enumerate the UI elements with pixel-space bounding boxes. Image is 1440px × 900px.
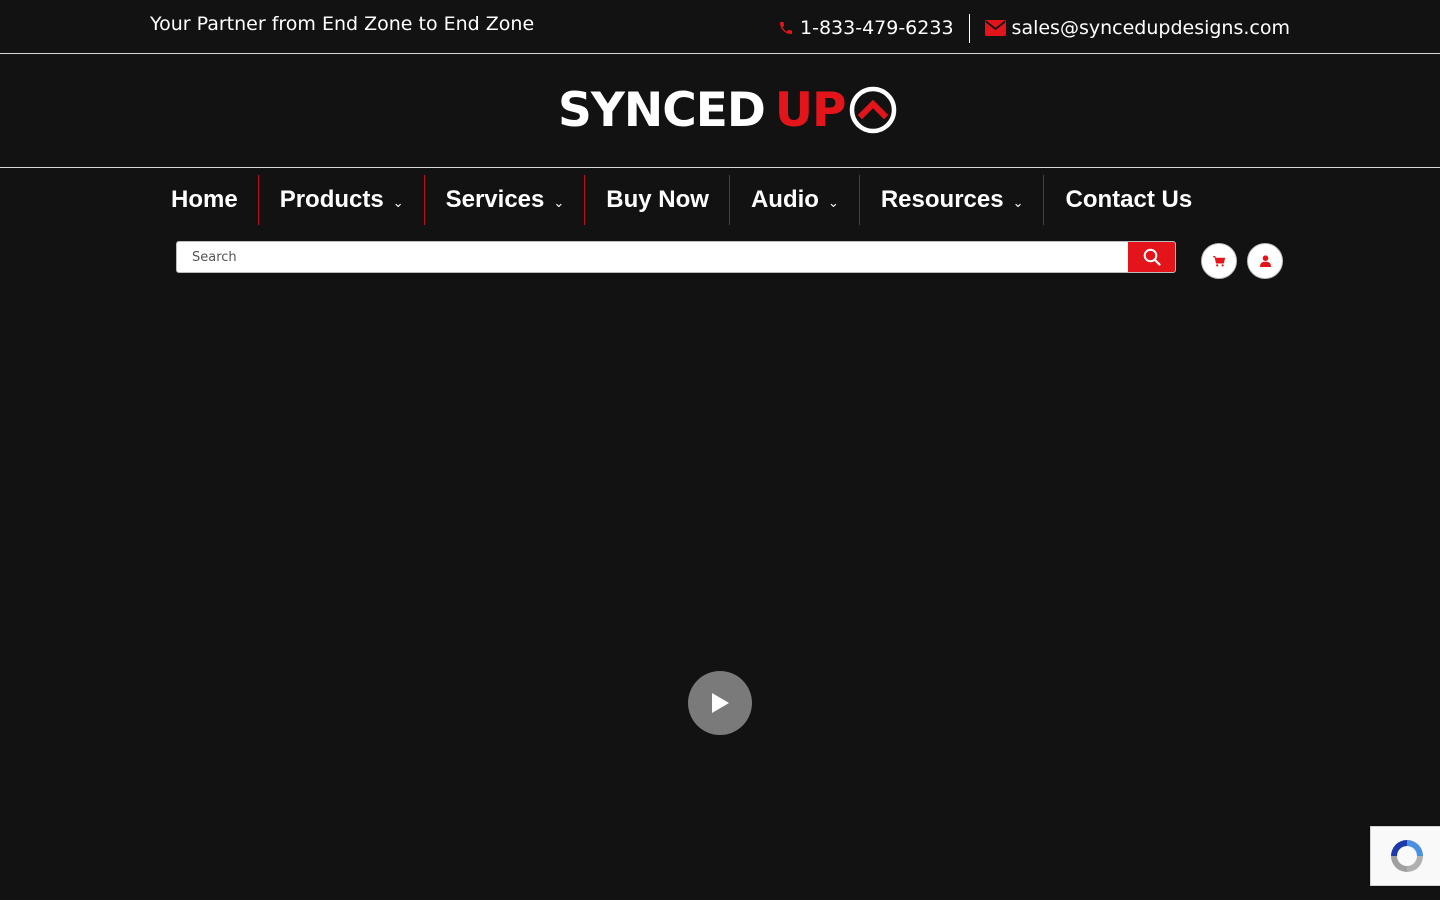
nav-item-products[interactable]: Products ⌄	[257, 175, 424, 225]
logo-word-synced: SYNCED	[558, 82, 766, 138]
search-icon	[1143, 248, 1161, 266]
chevron-down-icon: ⌄	[1012, 195, 1024, 210]
logo-chevron-up-icon	[850, 86, 897, 134]
logo-word-up: UP	[774, 82, 847, 138]
cart-button[interactable]	[1201, 243, 1237, 279]
nav-item-contact-us[interactable]: Contact Us	[1043, 175, 1212, 225]
contact-divider	[968, 13, 970, 43]
nav-item-audio[interactable]: Audio ⌄	[728, 175, 859, 225]
nav-item-label: Audio	[750, 186, 819, 213]
phone-icon	[780, 22, 792, 34]
nav-item-label: Home	[171, 186, 238, 213]
phone-link[interactable]: 1-833-479-6233	[778, 17, 954, 39]
nav-item-label: Contact Us	[1065, 186, 1193, 213]
search-input[interactable]	[177, 242, 1128, 272]
email-link[interactable]: sales@syncedupdesigns.com	[984, 17, 1290, 39]
chevron-down-icon: ⌄	[553, 195, 565, 210]
envelope-icon	[984, 20, 1006, 36]
search-button[interactable]	[1128, 242, 1175, 272]
play-button[interactable]	[688, 671, 752, 735]
nav-item-label: Resources	[880, 186, 1004, 213]
phone-number: 1-833-479-6233	[800, 17, 954, 39]
search-bar	[176, 241, 1176, 273]
account-button[interactable]	[1247, 243, 1283, 279]
nav-item-label: Services	[445, 186, 545, 213]
logo-band: SYNCED UP	[0, 55, 1440, 168]
recaptcha-badge[interactable]	[1370, 826, 1440, 886]
contact-info: 1-833-479-6233 sales@syncedupdesigns.com	[778, 13, 1290, 43]
nav-item-label: Buy Now	[606, 186, 709, 213]
recaptcha-icon	[1390, 840, 1423, 872]
nav-item-resources[interactable]: Resources ⌄	[858, 175, 1044, 225]
hero-video[interactable]	[0, 285, 1440, 900]
nav-item-label: Products	[279, 186, 384, 213]
nav-item-buy-now[interactable]: Buy Now	[584, 175, 729, 225]
nav-item-services[interactable]: Services ⌄	[423, 175, 585, 225]
main-nav: Home Products ⌄ Services ⌄ Buy Now Audio…	[150, 175, 1212, 225]
chevron-down-icon: ⌄	[392, 195, 404, 210]
chevron-down-icon: ⌄	[827, 195, 839, 210]
tagline: Your Partner from End Zone to End Zone	[150, 13, 535, 35]
site-logo[interactable]: SYNCED UP	[558, 82, 897, 138]
play-icon	[712, 693, 729, 713]
top-bar: Your Partner from End Zone to End Zone 1…	[0, 0, 1440, 54]
nav-item-home[interactable]: Home	[150, 175, 258, 225]
user-icon	[1259, 255, 1271, 267]
cart-icon	[1213, 255, 1225, 266]
email-address: sales@syncedupdesigns.com	[1011, 17, 1290, 39]
